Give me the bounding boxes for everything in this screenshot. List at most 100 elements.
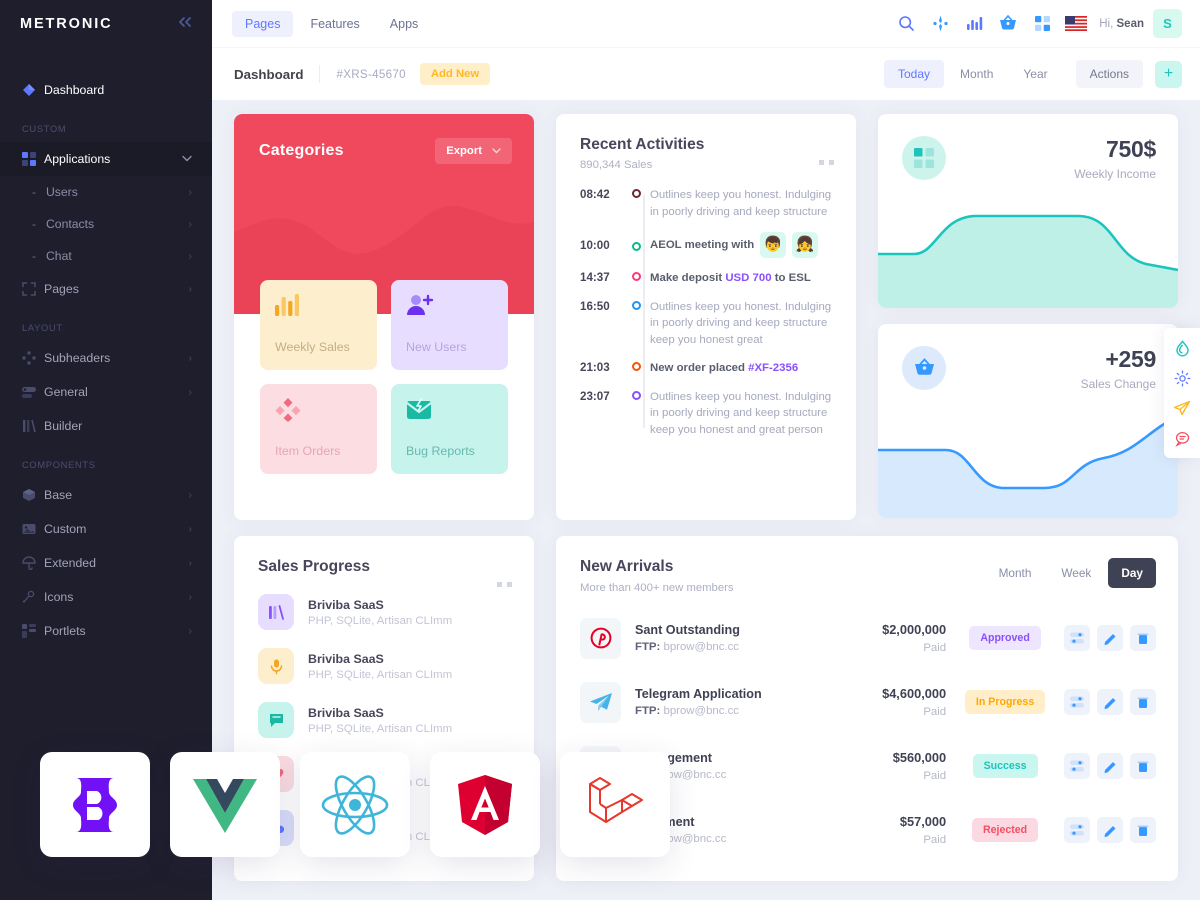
- top-header: Pages Features Apps Hi, Sean S: [212, 0, 1200, 47]
- sidebar-item-custom[interactable]: Custom ›: [0, 512, 212, 546]
- edit-pencil-icon[interactable]: [1097, 817, 1123, 843]
- settings-list-icon[interactable]: [1064, 753, 1090, 779]
- chat-bubble-icon[interactable]: [1164, 423, 1200, 453]
- delete-trash-icon[interactable]: [1130, 753, 1156, 779]
- tab-day[interactable]: Day: [1108, 558, 1156, 588]
- greeting-text: Hi, Sean: [1099, 18, 1144, 30]
- chevron-right-icon: ›: [188, 523, 192, 535]
- card-menu-dots[interactable]: [497, 582, 512, 587]
- card-menu-dots[interactable]: [819, 160, 834, 165]
- row-paid-label: Paid: [923, 834, 947, 846]
- mail-check-icon: [406, 397, 508, 425]
- actions-button[interactable]: Actions: [1075, 60, 1143, 88]
- list-item[interactable]: Briviba SaaS PHP, SQLite, Artisan CLImm: [258, 594, 512, 630]
- tab-pages[interactable]: Pages: [232, 10, 294, 37]
- categories-head: Categories Export: [234, 114, 534, 164]
- edit-pencil-icon[interactable]: [1097, 689, 1123, 715]
- bar-chart-icon[interactable]: [957, 7, 991, 41]
- activities-timeline: 08:42 Outlines keep you honest. Indulgin…: [580, 187, 834, 438]
- sidebar-item-pages[interactable]: Pages ›: [0, 272, 212, 306]
- framework-card-bootstrap[interactable]: [40, 752, 150, 857]
- sidebar-label-contacts: Contacts: [46, 217, 95, 231]
- framework-card-laravel[interactable]: [560, 752, 670, 857]
- droplet-icon[interactable]: [1164, 333, 1200, 363]
- range-year-button[interactable]: Year: [1009, 60, 1061, 88]
- stat-label: Sales Change: [1080, 377, 1156, 391]
- framework-card-angular[interactable]: [430, 752, 540, 857]
- sidebar-item-base[interactable]: Base ›: [0, 478, 212, 512]
- sidebar-item-general[interactable]: General ›: [0, 375, 212, 409]
- sidebar-item-extended[interactable]: Extended ›: [0, 546, 212, 580]
- send-plane-icon[interactable]: [1164, 393, 1200, 423]
- sidebar-item-portlets[interactable]: Portlets ›: [0, 614, 212, 648]
- tab-apps[interactable]: Apps: [377, 11, 432, 37]
- nodes-icon: [22, 351, 44, 365]
- list-item-desc: PHP, SQLite, Artisan CLImm: [308, 722, 453, 735]
- sidebar-item-dashboard[interactable]: Dashboard: [0, 73, 212, 107]
- timeline-text: Outlines keep you honest. Indulging in p…: [650, 300, 832, 346]
- tile-new-users[interactable]: New Users: [391, 280, 508, 370]
- list-item[interactable]: Briviba SaaS PHP, SQLite, Artisan CLImm: [258, 648, 512, 684]
- sidebar-item-subheaders[interactable]: Subheaders ›: [0, 341, 212, 375]
- timeline-text-wrap: Make deposit USD 700 to ESL: [650, 270, 834, 287]
- sidebar-item-users[interactable]: - Users ›: [0, 176, 212, 208]
- timeline-item: 10:00 AEOL meeting with 👦 👧: [580, 232, 834, 258]
- framework-card-react[interactable]: [300, 752, 410, 857]
- row-email: row@bnc.cc: [663, 769, 727, 781]
- settings-list-icon[interactable]: [1064, 625, 1090, 651]
- react-logo: [321, 774, 389, 835]
- sidebar-item-builder[interactable]: Builder: [0, 409, 212, 443]
- search-icon[interactable]: [889, 7, 923, 41]
- sidebar-item-icons[interactable]: Icons ›: [0, 580, 212, 614]
- user-name: Sean: [1116, 17, 1145, 30]
- tile-weekly-sales[interactable]: Weekly Sales: [260, 280, 377, 370]
- timeline-time: 21:03: [580, 361, 610, 374]
- range-month-button[interactable]: Month: [946, 60, 1007, 88]
- plus-icon[interactable]: +: [1155, 60, 1182, 88]
- new-arrivals-title: New Arrivals: [580, 558, 674, 575]
- edit-pencil-icon[interactable]: [1097, 753, 1123, 779]
- delete-trash-icon[interactable]: [1130, 625, 1156, 651]
- tab-features[interactable]: Features: [297, 11, 372, 37]
- tile-bug-reports[interactable]: Bug Reports: [391, 384, 508, 474]
- grid-icon[interactable]: [1025, 7, 1059, 41]
- timeline-text-wrap: AEOL meeting with 👦 👧: [650, 232, 834, 258]
- chevrons-left-icon[interactable]: [176, 15, 192, 33]
- basket-icon[interactable]: [991, 7, 1025, 41]
- sidebar-item-applications[interactable]: Applications: [0, 142, 212, 176]
- timeline-avatars: 👦 👧: [760, 232, 819, 258]
- sidebar-label-subheaders: Subheaders: [44, 351, 111, 365]
- sidebar-item-contacts[interactable]: - Contacts ›: [0, 208, 212, 240]
- sidebar-label-dashboard: Dashboard: [44, 83, 105, 97]
- chevron-right-icon: ›: [188, 489, 192, 501]
- scatter-icon[interactable]: [923, 7, 957, 41]
- row-actions: [1064, 625, 1156, 651]
- avatar[interactable]: S: [1153, 9, 1182, 38]
- export-button[interactable]: Export: [435, 138, 512, 164]
- chevron-right-icon: ›: [188, 218, 192, 230]
- delete-trash-icon[interactable]: [1130, 689, 1156, 715]
- add-new-button[interactable]: Add New: [419, 63, 491, 85]
- delete-trash-icon[interactable]: [1130, 817, 1156, 843]
- edit-pencil-icon[interactable]: [1097, 625, 1123, 651]
- brand-header: METRONIC: [0, 0, 212, 47]
- settings-list-icon[interactable]: [1064, 817, 1090, 843]
- sidebar-item-chat[interactable]: - Chat ›: [0, 240, 212, 272]
- chevron-right-icon: ›: [188, 283, 192, 295]
- gear-icon[interactable]: [1164, 363, 1200, 393]
- flag-us-icon[interactable]: [1059, 7, 1093, 41]
- sidebar-label-custom: Custom: [44, 522, 87, 536]
- tab-week[interactable]: Week: [1048, 558, 1104, 588]
- subheader: Dashboard #XRS-45670 Add New Today Month…: [212, 47, 1200, 100]
- settings-list-icon[interactable]: [1064, 689, 1090, 715]
- range-today-button[interactable]: Today: [884, 60, 945, 88]
- framework-card-vue[interactable]: [170, 752, 280, 857]
- chevron-right-icon: ›: [188, 186, 192, 198]
- diamonds-icon: [275, 398, 377, 427]
- list-item[interactable]: Briviba SaaS PHP, SQLite, Artisan CLImm: [258, 702, 512, 738]
- timeline-text-wrap: New order placed #XF-2356: [650, 360, 834, 377]
- tab-month[interactable]: Month: [986, 558, 1045, 588]
- tile-item-orders[interactable]: Item Orders: [260, 384, 377, 474]
- timeline-marker: [622, 240, 650, 251]
- status-badge: Approved: [969, 626, 1041, 650]
